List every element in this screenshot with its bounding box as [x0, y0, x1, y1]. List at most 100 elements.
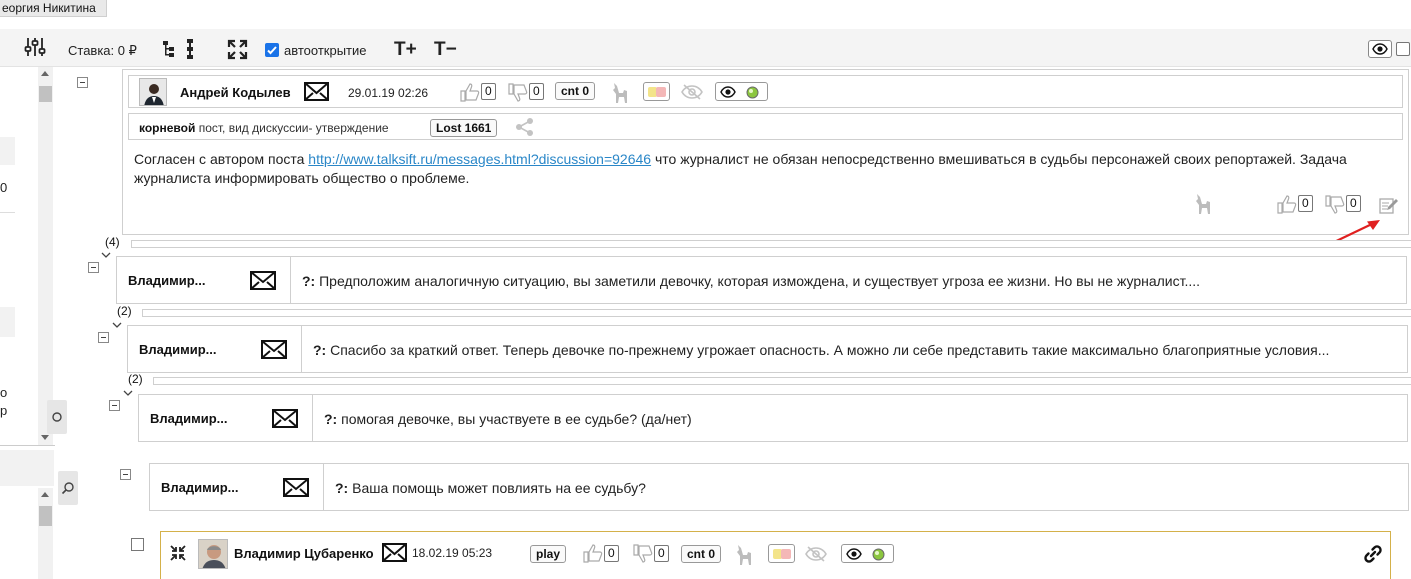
dislike-icon[interactable] [508, 83, 528, 102]
question-prefix: ?: [324, 411, 338, 427]
scrollbar-thumb[interactable] [39, 86, 52, 102]
autoopen-checkbox[interactable] [265, 43, 279, 57]
cnt-button[interactable]: cnt 0 [681, 545, 722, 563]
font-increase-button[interactable]: T+ [394, 39, 417, 61]
post-body: Согласен с автором поста http://www.talk… [134, 150, 1394, 188]
hide-eye-icon[interactable] [804, 545, 828, 563]
edit-icon[interactable] [1379, 196, 1398, 215]
eye-icon [846, 548, 862, 560]
hide-eye-icon[interactable] [680, 83, 704, 101]
reply-text: ?: Ваша помощь может повлиять на ее судь… [335, 480, 1395, 496]
reply-count: (4) [105, 235, 120, 249]
thread-divider [142, 309, 1411, 317]
reply-item[interactable]: Владимир... ?: Спасибо за краткий ответ.… [127, 325, 1408, 373]
mail-icon[interactable] [283, 478, 309, 497]
cnt-button[interactable]: cnt 0 [555, 82, 596, 100]
reply-text: ?: помогая девочке, вы участвуете в ее с… [324, 411, 1394, 427]
font-decrease-button[interactable]: T− [434, 39, 457, 61]
dislike-icon[interactable] [1325, 195, 1345, 214]
dislike-count: 0 [529, 83, 544, 100]
mail-icon[interactable] [261, 340, 287, 359]
link-icon[interactable] [1363, 544, 1383, 564]
lost-button[interactable]: Lost 1661 [430, 119, 498, 137]
status-dot-icon [746, 86, 759, 99]
reply-message: Ваша помощь может повлиять на ее судьбу? [348, 480, 646, 496]
stake-label: Ставка: 0 ₽ [68, 43, 137, 58]
author-name[interactable]: Владимир... [150, 411, 228, 426]
color-tags-button[interactable] [768, 544, 795, 563]
tree-icon[interactable] [162, 40, 176, 58]
share-icon[interactable] [515, 117, 535, 137]
collapse-toggle[interactable] [77, 77, 88, 88]
like-icon[interactable] [583, 544, 603, 563]
collapse-toggle[interactable] [88, 262, 99, 273]
reply-item[interactable]: Владимир... ?: Ваша помощь может повлият… [149, 463, 1409, 511]
view-checkbox[interactable] [1396, 42, 1410, 56]
toolbar: Ставка: 0 ₽ автооткрытие T+ T− [0, 29, 1411, 67]
author-name[interactable]: Владимир Цубаренко [234, 546, 374, 561]
post-type: корневой пост, вид дискуссии- утверждени… [139, 121, 389, 135]
mail-icon[interactable] [272, 409, 298, 428]
vertical-dots-icon[interactable] [186, 39, 194, 59]
collapse-toggle[interactable] [120, 469, 131, 480]
author-name[interactable]: Владимир... [128, 273, 206, 288]
dislike-count: 0 [1346, 195, 1361, 212]
post-header: Андрей Кодылев 29.01.19 02:26 0 0 cnt 0 [128, 75, 1403, 108]
reply-message: Предположим аналогичную ситуацию, вы зам… [315, 273, 1201, 289]
like-count: 0 [481, 83, 496, 100]
avatar[interactable] [139, 78, 167, 106]
dislike-icon[interactable] [633, 544, 653, 563]
question-prefix: ?: [302, 273, 316, 289]
select-checkbox[interactable] [131, 538, 144, 551]
post-root-flag: корневой [139, 121, 196, 135]
dog-icon[interactable] [611, 81, 630, 103]
left-scrollbar[interactable] [38, 67, 53, 445]
discussion-link[interactable]: http://www.talksift.ru/messages.html?dis… [308, 151, 651, 167]
reply-message: помогая девочке, вы участвуете в ее судь… [337, 411, 692, 427]
collapse-toggle[interactable] [109, 400, 120, 411]
color-tags-button[interactable] [643, 82, 670, 101]
author-name[interactable]: Владимир... [161, 480, 239, 495]
view-toggle-button[interactable] [1368, 40, 1392, 58]
sliders-icon[interactable] [24, 36, 46, 58]
left-pane: 0 о р [0, 67, 54, 579]
side-search-button[interactable] [47, 400, 67, 434]
search-button[interactable] [58, 471, 78, 505]
post-meta: корневой пост, вид дискуссии- утверждени… [128, 113, 1403, 140]
eye-icon [1372, 43, 1388, 55]
author-name[interactable]: Андрей Кодылев [180, 85, 291, 100]
left-fragment: о [0, 385, 8, 400]
view-status-button[interactable] [841, 544, 894, 563]
expand-icon[interactable] [227, 39, 248, 60]
post-text: Согласен с автором поста [134, 151, 309, 167]
author-name[interactable]: Владимир... [139, 342, 217, 357]
avatar[interactable] [198, 539, 228, 569]
dislike-count: 0 [654, 545, 669, 562]
dog-icon[interactable] [1194, 192, 1213, 214]
collapse-toggle[interactable] [98, 332, 109, 343]
collapse-arrows-icon[interactable] [169, 544, 187, 562]
view-status-button[interactable] [715, 82, 768, 101]
root-post: Андрей Кодылев 29.01.19 02:26 0 0 cnt 0 [122, 69, 1409, 235]
chevron-down-icon[interactable] [101, 252, 111, 259]
chevron-down-icon[interactable] [112, 322, 122, 329]
post-kind: пост, вид дискуссии- утверждение [195, 121, 389, 135]
like-icon[interactable] [1277, 195, 1297, 214]
like-count: 0 [604, 545, 619, 562]
like-icon[interactable] [460, 83, 480, 102]
mail-icon[interactable] [304, 82, 329, 101]
play-button[interactable]: play [530, 545, 567, 563]
reply-item[interactable]: Владимир... ?: Предположим аналогичную с… [116, 256, 1407, 304]
mail-icon[interactable] [250, 271, 276, 290]
user-tab[interactable]: еоргия Никитина [0, 0, 107, 17]
mail-icon[interactable] [382, 543, 407, 562]
dog-icon[interactable] [735, 543, 754, 565]
chevron-down-icon[interactable] [123, 390, 133, 397]
scrollbar-thumb[interactable] [39, 506, 52, 526]
reply-item[interactable]: Владимир... ?: помогая девочке, вы участ… [138, 394, 1408, 442]
reply-message: Спасибо за краткий ответ. Теперь девочке… [326, 342, 1330, 358]
reply-count: (2) [128, 372, 143, 386]
post-date: 18.02.19 05:23 [412, 546, 493, 560]
left-scrollbar-2[interactable] [38, 488, 53, 579]
eye-icon [720, 86, 736, 98]
